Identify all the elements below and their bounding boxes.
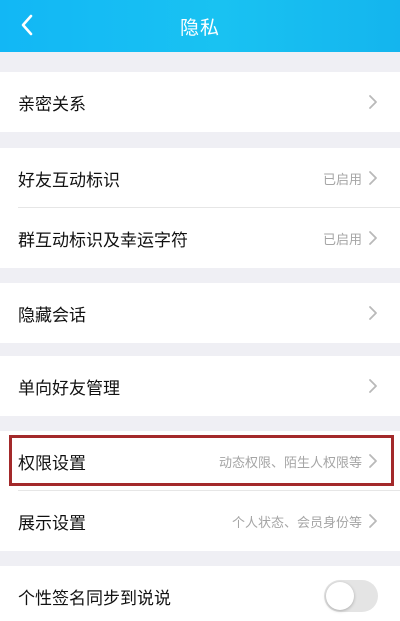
- back-button[interactable]: [10, 8, 44, 42]
- chevron-right-icon: [369, 171, 377, 185]
- navbar: 隐私: [0, 0, 400, 52]
- section-signature-sync: 个性签名同步到说说: [0, 566, 400, 621]
- chevron-right-icon: [369, 231, 377, 245]
- row-hidden-chats[interactable]: 隐藏会话: [0, 283, 400, 343]
- section-intimate: 亲密关系: [0, 72, 400, 132]
- page-title: 隐私: [179, 16, 220, 39]
- chevron-right-icon: [369, 306, 377, 320]
- chevron-left-icon: [21, 14, 33, 36]
- chevron-right-icon: [369, 514, 377, 528]
- chevron-right-icon: [369, 454, 377, 468]
- section-one-way-friends: 单向好友管理: [0, 356, 400, 416]
- row-value: 动态权限、陌生人权限等: [218, 455, 362, 471]
- row-label: 好友互动标识: [18, 170, 120, 191]
- section-hidden-chats: 隐藏会话: [0, 283, 400, 343]
- section-interaction: 好友互动标识 已启用 群互动标识及幸运字符 已启用: [0, 148, 400, 268]
- row-permission-settings[interactable]: 权限设置 动态权限、陌生人权限等: [0, 431, 400, 491]
- row-value: 已启用: [322, 172, 362, 188]
- row-signature-sync: 个性签名同步到说说: [0, 566, 400, 621]
- signature-sync-toggle[interactable]: [324, 580, 378, 612]
- row-label: 个性签名同步到说说: [18, 588, 171, 609]
- chevron-right-icon: [369, 379, 377, 393]
- row-label: 单向好友管理: [18, 378, 120, 399]
- row-label: 展示设置: [18, 513, 86, 534]
- row-label: 隐藏会话: [18, 305, 86, 326]
- row-value: 个人状态、会员身份等: [231, 515, 362, 531]
- chevron-right-icon: [369, 95, 377, 109]
- section-settings: 权限设置 动态权限、陌生人权限等 展示设置 个人状态、会员身份等: [0, 431, 400, 551]
- row-friend-interaction-marks[interactable]: 好友互动标识 已启用: [0, 148, 400, 208]
- row-label: 群互动标识及幸运字符: [18, 230, 188, 251]
- row-label: 权限设置: [18, 453, 86, 474]
- row-intimate-relationship[interactable]: 亲密关系: [0, 72, 400, 132]
- row-group-interaction-marks[interactable]: 群互动标识及幸运字符 已启用: [0, 208, 400, 268]
- row-one-way-friend-management[interactable]: 单向好友管理: [0, 356, 400, 416]
- row-display-settings[interactable]: 展示设置 个人状态、会员身份等: [0, 491, 400, 551]
- row-label: 亲密关系: [18, 94, 86, 115]
- row-value: 已启用: [322, 232, 362, 248]
- toggle-knob: [326, 582, 354, 610]
